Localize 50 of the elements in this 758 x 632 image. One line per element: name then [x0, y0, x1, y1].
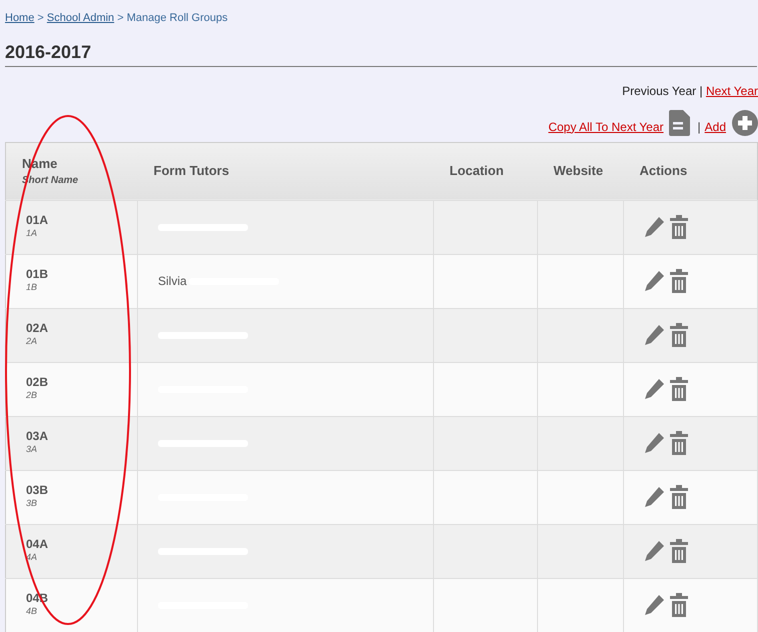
roll-group-name: 02A [26, 321, 50, 336]
tutor-name: Silvia [158, 274, 187, 288]
next-year-link[interactable]: Next Year [706, 84, 758, 98]
short-name: 2B [26, 389, 38, 402]
column-header: Website [538, 142, 624, 200]
edit-icon[interactable] [644, 485, 666, 510]
edit-icon[interactable] [644, 377, 666, 402]
roll-group-name: 01A [26, 213, 50, 228]
edit-icon[interactable] [644, 269, 666, 294]
edit-icon[interactable] [644, 215, 666, 240]
delete-icon[interactable] [670, 323, 688, 348]
breadcrumb-text: Manage Roll Groups [126, 12, 228, 24]
delete-icon[interactable] [670, 431, 688, 456]
delete-icon[interactable] [670, 377, 688, 402]
add-link[interactable]: Add [704, 118, 726, 136]
delete-icon[interactable] [670, 593, 688, 618]
breadcrumb-text: > [117, 12, 124, 24]
short-name: 2A [26, 335, 38, 348]
edit-icon[interactable] [644, 431, 666, 456]
document-icon[interactable] [668, 110, 690, 136]
add-icon[interactable] [732, 110, 758, 136]
separator-text: | [698, 118, 701, 136]
short-name: 1B [26, 281, 38, 294]
roll-group-name: 02B [26, 375, 50, 390]
roll-group-name: 03B [26, 483, 50, 498]
column-header: Actions [624, 142, 758, 200]
short-name: 3A [26, 443, 38, 456]
edit-icon[interactable] [644, 593, 666, 618]
separator-text: | [699, 84, 703, 98]
roll-group-name: 04A [26, 537, 50, 552]
delete-icon[interactable] [670, 215, 688, 240]
page-title: 2016-2017 [5, 42, 757, 67]
breadcrumb-link[interactable]: Home [5, 12, 34, 24]
column-header: Form Tutors [138, 142, 434, 200]
short-name: 3B [26, 497, 38, 510]
previous-year-label: Previous Year [622, 84, 696, 98]
column-header: Location [434, 142, 538, 200]
roll-group-name: 03A [26, 429, 50, 444]
edit-icon[interactable] [644, 323, 666, 348]
breadcrumb-link[interactable]: School Admin [46, 12, 114, 24]
delete-icon[interactable] [670, 485, 688, 510]
short-name: 1A [26, 227, 38, 240]
roll-group-name: 01B [26, 267, 50, 282]
short-name: 4A [26, 551, 38, 564]
delete-icon[interactable] [670, 539, 688, 564]
copy-all-link[interactable]: Copy All To Next Year [548, 118, 664, 136]
edit-icon[interactable] [644, 539, 666, 564]
short-name: 4B [26, 605, 38, 618]
breadcrumb-text: > [37, 12, 44, 24]
delete-icon[interactable] [670, 269, 688, 294]
